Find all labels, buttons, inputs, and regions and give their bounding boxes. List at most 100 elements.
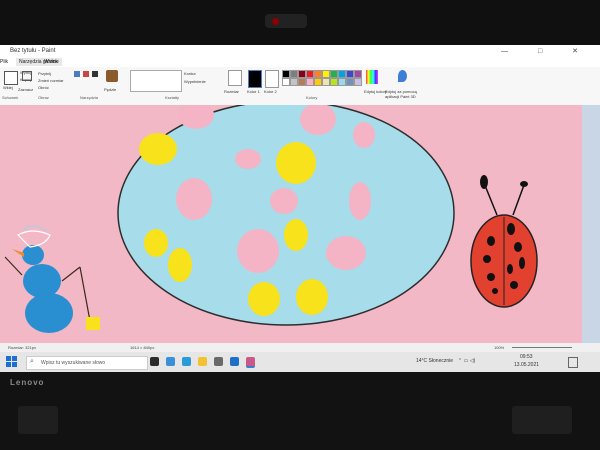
hinge-left xyxy=(18,406,58,434)
palette-swatch[interactable] xyxy=(314,78,322,86)
fill-button[interactable]: Wypełnienie xyxy=(184,79,206,84)
crop-button[interactable]: Przytnij xyxy=(38,71,51,76)
group-image: Obraz xyxy=(38,95,49,100)
status-size: Rozmiar: 321px xyxy=(8,345,37,350)
pink-dot xyxy=(326,236,366,270)
text-icon[interactable] xyxy=(92,71,98,77)
edge-icon[interactable] xyxy=(166,357,175,366)
drawing xyxy=(4,100,538,333)
palette-swatch[interactable] xyxy=(354,78,362,86)
paint3d-label: Edytuj za pomocą aplikacji Paint 3D xyxy=(385,89,417,99)
tab-file[interactable]: Plik xyxy=(0,59,8,65)
search-placeholder: Wpisz tu wyszukiwane słowo xyxy=(41,360,106,366)
status-dimensions: 1614 × 840px xyxy=(130,345,155,350)
color1-label: Kolor 1 xyxy=(247,89,260,94)
paint-taskbar-icon[interactable] xyxy=(246,357,255,368)
weather-text: 14°C Słonecznie xyxy=(416,358,454,364)
palette-swatch[interactable] xyxy=(290,78,298,86)
pink-dot xyxy=(235,149,261,169)
palette-swatch[interactable] xyxy=(322,78,330,86)
yellow-dot xyxy=(276,142,316,184)
group-clipboard: Schowek xyxy=(2,95,19,100)
pink-dot xyxy=(353,122,375,148)
palette-swatch[interactable] xyxy=(290,70,298,78)
brand-logo: Lenovo xyxy=(10,378,45,387)
yellow-dot xyxy=(248,282,280,316)
store-icon[interactable] xyxy=(214,357,223,366)
size-label: Rozmiar xyxy=(224,89,239,94)
edit-colors-icon[interactable] xyxy=(366,70,378,84)
edge-chromium-icon[interactable] xyxy=(182,357,191,366)
start-icon[interactable] xyxy=(6,356,18,368)
palette-swatch[interactable] xyxy=(338,78,346,86)
paste-icon[interactable] xyxy=(4,71,18,85)
group-colors: Kolory xyxy=(306,95,318,100)
palette-swatch[interactable] xyxy=(298,78,306,86)
pink-dot xyxy=(176,178,212,220)
laptop-bezel-bottom xyxy=(0,372,600,450)
search-input[interactable]: ⌕ Wpisz tu wyszukiwane słowo xyxy=(26,356,148,370)
monitor-photo: Bez tytułu - Paint — □ ✕ Plik Narzędzia … xyxy=(0,0,600,450)
pink-dot xyxy=(349,182,371,220)
palette-swatch[interactable] xyxy=(346,78,354,86)
pink-dot xyxy=(237,229,279,273)
mail-icon[interactable] xyxy=(230,357,239,366)
pencil-icon[interactable] xyxy=(74,71,80,77)
task-view-icon[interactable] xyxy=(150,357,159,366)
palette-swatch[interactable] xyxy=(306,78,314,86)
yellow-dot xyxy=(144,229,168,257)
clock-time: 09:53 xyxy=(520,354,533,360)
palette-swatch[interactable] xyxy=(338,70,346,78)
title-bar: Bez tytułu - Paint — □ ✕ xyxy=(0,45,600,57)
shapes-gallery[interactable] xyxy=(130,70,182,92)
palette-swatch[interactable] xyxy=(298,70,306,78)
webcam-led xyxy=(272,18,279,25)
resize-button[interactable]: Zmień rozmiar xyxy=(38,78,64,83)
yellow-dot xyxy=(168,248,192,282)
edit-colors-label: Edytuj kolory xyxy=(364,89,387,94)
canvas-area xyxy=(0,100,600,360)
ribbon: Wklej Wytnij Kopiuj Zaznacz Przytnij Zmi… xyxy=(0,67,600,106)
window-controls[interactable]: — □ ✕ xyxy=(501,47,592,55)
zoom-slider[interactable] xyxy=(512,347,572,348)
palette-swatch[interactable] xyxy=(282,78,290,86)
select-label: Zaznacz xyxy=(18,87,34,92)
snowman xyxy=(4,225,100,333)
taskbar: ⌕ Wpisz tu wyszukiwane słowo 14°C Słonec… xyxy=(0,352,600,372)
ribbon-tabs: Plik Narzędzia główne Widok xyxy=(0,57,600,67)
size-icon[interactable] xyxy=(228,70,242,86)
palette-swatch[interactable] xyxy=(282,70,290,78)
outline-button[interactable]: Kontur xyxy=(184,71,196,76)
fill-icon[interactable] xyxy=(83,71,89,77)
clock-date: 13.05.2021 xyxy=(514,362,540,368)
zoom-level: 100% xyxy=(494,345,505,350)
palette-swatch[interactable] xyxy=(306,70,314,78)
color2-swatch[interactable] xyxy=(265,70,279,88)
status-bar: Rozmiar: 321px 1614 × 840px 100% xyxy=(0,343,600,352)
brushes-icon[interactable] xyxy=(106,70,118,82)
hinge-right xyxy=(512,406,572,434)
drawing-canvas[interactable] xyxy=(0,100,582,350)
notifications-icon[interactable] xyxy=(568,357,578,368)
palette-swatch[interactable] xyxy=(346,70,354,78)
tray-icons[interactable]: ⌃ ▭ ◁) xyxy=(458,358,475,364)
select-icon[interactable] xyxy=(22,71,32,81)
yellow-dot xyxy=(284,219,308,251)
ladybug xyxy=(470,175,538,308)
palette-swatch[interactable] xyxy=(354,70,362,78)
paint3d-icon[interactable] xyxy=(398,70,407,82)
palette-swatch[interactable] xyxy=(330,70,338,78)
file-explorer-icon[interactable] xyxy=(198,357,207,366)
window-title: Bez tytułu - Paint xyxy=(10,48,56,54)
screen: Bez tytułu - Paint — □ ✕ Plik Narzędzia … xyxy=(0,45,600,372)
color1-swatch[interactable] xyxy=(248,70,262,88)
palette-swatch[interactable] xyxy=(322,70,330,78)
pink-dot xyxy=(270,188,298,214)
rotate-button[interactable]: Obróć xyxy=(38,85,49,90)
tab-view[interactable]: Widok xyxy=(44,59,58,65)
yellow-dot xyxy=(139,133,177,165)
palette-swatch[interactable] xyxy=(330,78,338,86)
palette-swatch[interactable] xyxy=(314,70,322,78)
paste-label: Wklej xyxy=(3,85,13,90)
yellow-dot xyxy=(296,279,328,315)
